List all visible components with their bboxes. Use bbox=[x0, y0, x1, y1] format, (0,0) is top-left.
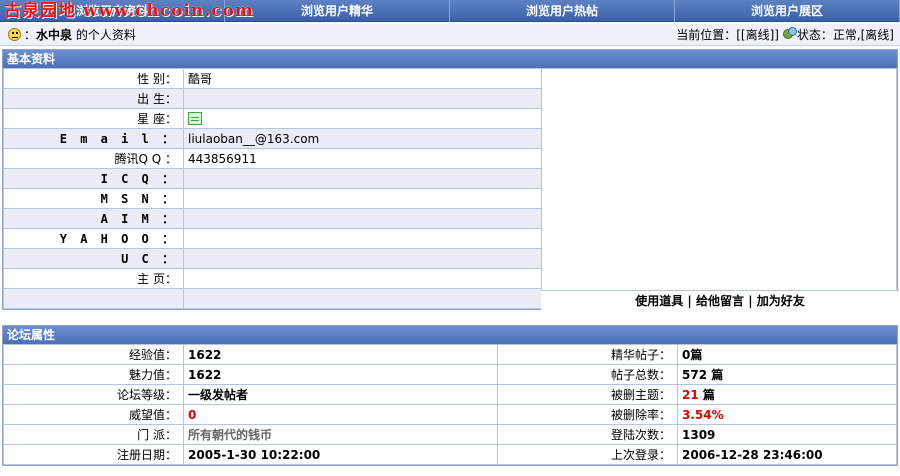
table-row: 注册日期： 2005-1-30 10:22:00 上次登录： 2006-12-2… bbox=[3, 444, 897, 465]
smiley-face-icon bbox=[6, 27, 24, 43]
login-count-value: 1309 bbox=[677, 424, 897, 445]
status-text: 状态：正常,[离线] bbox=[796, 28, 894, 42]
icq-value bbox=[183, 168, 542, 189]
yahoo-value bbox=[183, 228, 542, 249]
basic-info-table: 性 别： 酷哥 出 生： 星 座： E m a i l ： liulaoban_… bbox=[3, 68, 897, 309]
qq-value: 443856911 bbox=[183, 148, 542, 169]
basic-info-title: 基本资料 bbox=[3, 50, 897, 68]
essence-posts-value: 0篇 bbox=[677, 344, 897, 365]
site-watermark: 古泉园地 www.chcoin.com bbox=[4, 1, 254, 21]
profile-actions: 使用道具 | 给他留言 | 加为好友 bbox=[541, 290, 899, 310]
table-row: 经验值： 1622 精华帖子： 0篇 bbox=[3, 344, 897, 365]
total-posts-value: 572 篇 bbox=[677, 364, 897, 385]
table-row: 论坛等级： 一级发帖者 被删主题： 21 篇 bbox=[3, 384, 897, 405]
field-label: 星 座： bbox=[3, 108, 184, 129]
online-status-icon bbox=[782, 27, 797, 41]
table-row: 门 派： 所有朝代的钱币 登陆次数： 1309 bbox=[3, 424, 897, 445]
msn-value bbox=[183, 188, 542, 209]
homepage-value[interactable] bbox=[183, 268, 542, 289]
experience-value: 1622 bbox=[183, 344, 498, 365]
use-item-link[interactable]: 使用道具 bbox=[635, 294, 683, 308]
deleted-topics-value: 21 bbox=[682, 388, 699, 402]
field-label: M S N ： bbox=[3, 188, 184, 209]
field-label: U C ： bbox=[3, 248, 184, 269]
zodiac-icon bbox=[188, 111, 202, 125]
field-label: I C Q ： bbox=[3, 168, 184, 189]
gender-value: 酷哥 bbox=[183, 68, 542, 89]
table-row: 性 别： 酷哥 bbox=[3, 68, 897, 309]
register-date-value: 2005-1-30 10:22:00 bbox=[183, 444, 498, 465]
current-position: 当前位置：[[离线]] bbox=[676, 28, 779, 42]
basic-info-panel: 基本资料 性 别： 酷哥 出 生： 星 座： E m a i l ： liula… bbox=[2, 49, 899, 310]
forum-attributes-table: 经验值： 1622 精华帖子： 0篇 魅力值： 1622 帖子总数： 572 篇… bbox=[3, 344, 897, 465]
charm-value: 1622 bbox=[183, 364, 498, 385]
field-label: 腾讯Q Q ： bbox=[3, 148, 184, 169]
field-label: Y A H O O ： bbox=[3, 228, 184, 249]
tab-user-gallery[interactable]: 浏览用户展区 bbox=[675, 0, 900, 22]
username[interactable]: 水中泉 bbox=[36, 28, 72, 42]
forum-attributes-title: 论坛属性 bbox=[3, 326, 897, 344]
forum-attributes-panel: 论坛属性 经验值： 1622 精华帖子： 0篇 魅力值： 1622 帖子总数： … bbox=[2, 325, 898, 466]
uc-value bbox=[183, 248, 542, 269]
field-label: A I M ： bbox=[3, 208, 184, 229]
forum-level-value: 一级发帖者 bbox=[183, 384, 498, 405]
faction-value: 所有朝代的钱币 bbox=[183, 424, 498, 445]
table-row: 魅力值： 1622 帖子总数： 572 篇 bbox=[3, 364, 897, 385]
field-label: 主 页： bbox=[3, 268, 184, 289]
prestige-value: 0 bbox=[183, 404, 498, 425]
aim-value bbox=[183, 208, 542, 229]
tab-user-essence[interactable]: 浏览用户精华 bbox=[225, 0, 450, 22]
birth-value bbox=[183, 88, 542, 109]
table-row: 威望值： 0 被删除率： 3.54% bbox=[3, 404, 897, 425]
avatar-area bbox=[541, 68, 897, 309]
field-label: 性 别： bbox=[3, 68, 184, 89]
last-login-value: 2006-12-28 23:46:00 bbox=[677, 444, 897, 465]
email-value[interactable]: liulaoban__@163.com bbox=[183, 128, 542, 149]
tab-user-hot-posts[interactable]: 浏览用户热帖 bbox=[450, 0, 675, 22]
top-nav: 浏览用户资料 浏览用户精华 浏览用户热帖 浏览用户展区 古泉园地 www.chc… bbox=[0, 0, 900, 22]
profile-suffix: 的个人资料 bbox=[75, 28, 136, 42]
field-label: E m a i l ： bbox=[3, 128, 184, 149]
field-label: 出 生： bbox=[3, 88, 184, 109]
leave-message-link[interactable]: 给他留言 bbox=[696, 294, 744, 308]
user-info-bar: ：水中泉 的个人资料 当前位置：[[离线]] 状态：正常,[离线] bbox=[0, 24, 900, 46]
add-friend-link[interactable]: 加为好友 bbox=[757, 294, 805, 308]
deletion-rate-value: 3.54% bbox=[677, 404, 897, 425]
